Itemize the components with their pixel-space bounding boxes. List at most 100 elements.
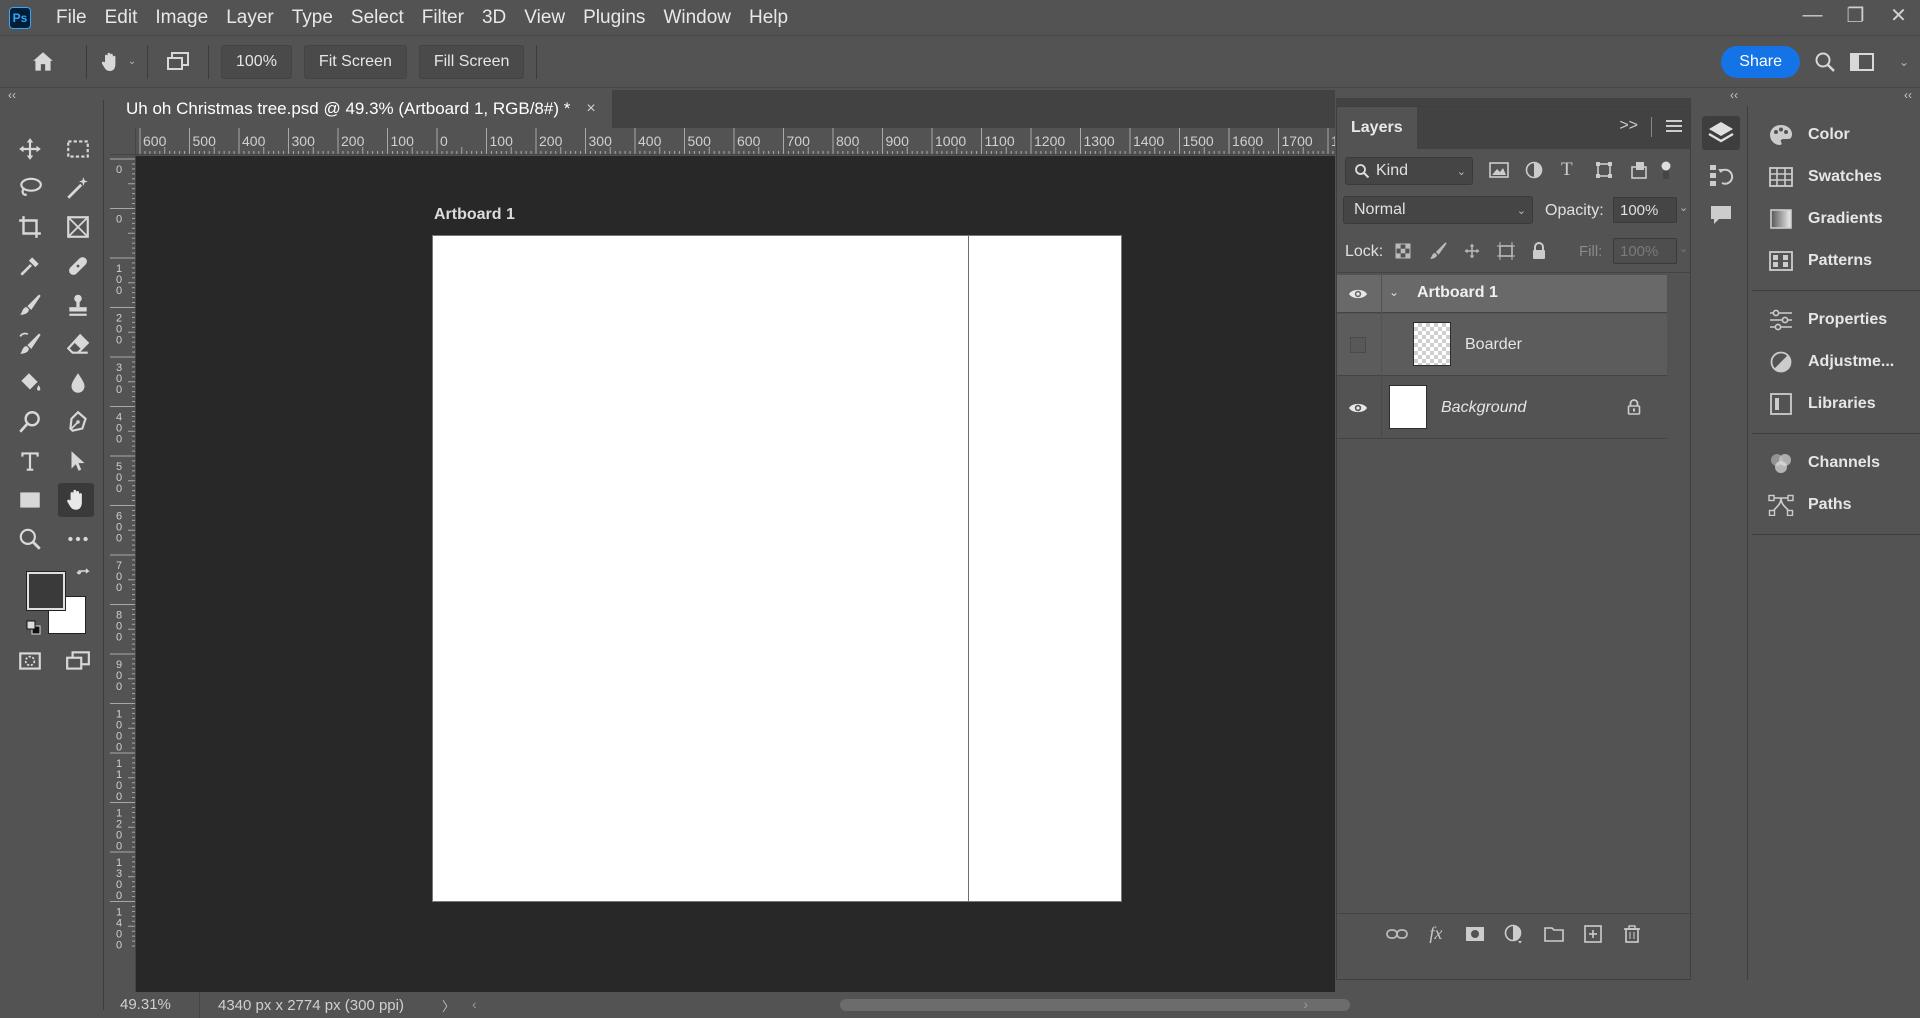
comments-panel-button[interactable] xyxy=(1702,198,1740,232)
expand-panel-icon[interactable]: >> xyxy=(1619,117,1638,135)
minimize-button[interactable]: — xyxy=(1791,0,1834,30)
adjustments-panel-button[interactable]: Adjustme... xyxy=(1752,341,1920,383)
artboard-label[interactable]: Artboard 1 xyxy=(434,206,515,224)
chevron-down-icon[interactable]: ⌄ xyxy=(1679,242,1688,255)
panel-menu-icon[interactable] xyxy=(1666,119,1682,133)
layer-row-boarder[interactable]: Boarder xyxy=(1337,314,1667,376)
eraser-tool[interactable] xyxy=(60,327,96,361)
opacity-field[interactable]: 100% xyxy=(1613,197,1677,223)
close-tab-icon[interactable]: × xyxy=(586,100,595,118)
workspace-button[interactable] xyxy=(1846,49,1880,75)
lock-transparent-icon[interactable] xyxy=(1395,243,1411,259)
dodge-tool[interactable] xyxy=(12,405,48,439)
close-window-button[interactable]: ✕ xyxy=(1877,0,1920,30)
layer-row-background[interactable]: Background xyxy=(1337,377,1667,439)
artboard[interactable] xyxy=(432,235,1122,902)
link-icon[interactable] xyxy=(1385,922,1409,946)
zoom-level[interactable]: 49.31% xyxy=(110,992,200,1018)
scroll-all-windows-button[interactable] xyxy=(148,36,208,88)
type-filter-icon[interactable]: T xyxy=(1561,159,1573,181)
adjustment-filter-icon[interactable] xyxy=(1525,161,1543,179)
color-panel-button[interactable]: Color xyxy=(1752,114,1920,156)
new-layer-icon[interactable] xyxy=(1581,922,1605,946)
layer-name[interactable]: Artboard 1 xyxy=(1417,284,1498,302)
default-colors-button[interactable] xyxy=(26,620,42,636)
share-button[interactable]: Share xyxy=(1721,46,1800,78)
lock-pixels-icon[interactable] xyxy=(1429,242,1447,260)
fx-icon[interactable]: fx xyxy=(1424,922,1448,946)
layer-thumbnail[interactable] xyxy=(1413,322,1451,366)
pixel-filter-icon[interactable] xyxy=(1489,161,1509,179)
lock-all-icon[interactable] xyxy=(1531,242,1547,260)
ruler-origin[interactable] xyxy=(110,128,136,155)
quick-mask-button[interactable] xyxy=(12,644,48,678)
home-button[interactable] xyxy=(0,36,86,88)
vertical-ruler[interactable]: 0010020030040050060070080090010001100120… xyxy=(110,155,136,992)
fit-screen-button[interactable]: Fit Screen xyxy=(303,44,407,79)
history-brush-tool[interactable] xyxy=(12,327,48,361)
collapse-icon[interactable]: ‹‹ xyxy=(1752,88,1920,106)
gradients-panel-button[interactable]: Gradients xyxy=(1752,198,1920,240)
menu-window[interactable]: Window xyxy=(654,0,740,35)
shape-filter-icon[interactable] xyxy=(1595,161,1613,179)
patterns-panel-button[interactable]: Patterns xyxy=(1752,240,1920,282)
menu-file[interactable]: File xyxy=(47,0,96,35)
menu-plugins[interactable]: Plugins xyxy=(574,0,654,35)
marquee-tool[interactable] xyxy=(60,132,96,166)
path-selection-tool[interactable] xyxy=(60,444,96,478)
fill-field[interactable]: 100% xyxy=(1613,238,1677,264)
menu-3d[interactable]: 3D xyxy=(473,0,515,35)
layer-thumbnail[interactable] xyxy=(1389,385,1427,429)
menu-select[interactable]: Select xyxy=(342,0,413,35)
layer-name[interactable]: Background xyxy=(1441,399,1526,417)
swatches-panel-button[interactable]: Swatches xyxy=(1752,156,1920,198)
frame-tool[interactable] xyxy=(60,210,96,244)
trash-icon[interactable] xyxy=(1620,922,1644,946)
blur-tool[interactable] xyxy=(60,366,96,400)
clone-stamp-tool[interactable] xyxy=(60,288,96,322)
menu-help[interactable]: Help xyxy=(740,0,797,35)
search-button[interactable] xyxy=(1812,49,1838,75)
menu-type[interactable]: Type xyxy=(283,0,342,35)
chevron-down-icon[interactable]: ⌄ xyxy=(1389,285,1399,299)
screen-mode-button[interactable] xyxy=(60,644,96,678)
visibility-eye-icon[interactable] xyxy=(1347,397,1369,419)
hand-tool-preset[interactable]: ⌄ xyxy=(87,36,147,88)
fill-screen-button[interactable]: Fill Screen xyxy=(418,44,525,79)
zoom-tool[interactable] xyxy=(12,522,48,556)
visibility-toggle-empty[interactable] xyxy=(1350,337,1366,353)
menu-image[interactable]: Image xyxy=(146,0,217,35)
collapse-icon[interactable]: ‹‹ xyxy=(1694,88,1748,106)
menu-layer[interactable]: Layer xyxy=(217,0,283,35)
scroll-left-icon[interactable]: ‹ xyxy=(472,996,477,1012)
lasso-tool[interactable] xyxy=(12,171,48,205)
menu-edit[interactable]: Edit xyxy=(96,0,147,35)
scroll-right-icon[interactable]: › xyxy=(1303,996,1308,1012)
brush-tool[interactable] xyxy=(12,288,48,322)
tab-layers[interactable]: Layers xyxy=(1337,107,1417,149)
menu-view[interactable]: View xyxy=(515,0,574,35)
lock-artboard-icon[interactable] xyxy=(1497,242,1515,260)
more-tools-button[interactable] xyxy=(60,522,96,556)
magic-wand-tool[interactable] xyxy=(60,171,96,205)
type-tool[interactable] xyxy=(12,444,48,478)
menu-filter[interactable]: Filter xyxy=(413,0,473,35)
filter-toggle[interactable] xyxy=(1661,161,1671,179)
history-panel-button[interactable] xyxy=(1702,158,1740,192)
horizontal-scrollbar[interactable]: ‹ › xyxy=(470,996,1350,1012)
foreground-color-swatch[interactable] xyxy=(26,571,66,611)
status-menu-arrow[interactable]: 〉 xyxy=(442,996,455,1015)
lock-position-icon[interactable] xyxy=(1463,242,1481,260)
adjustment-icon[interactable] xyxy=(1502,922,1526,946)
move-tool[interactable] xyxy=(12,132,48,166)
pen-tool[interactable] xyxy=(60,405,96,439)
eyedropper-tool[interactable] xyxy=(12,249,48,283)
restore-button[interactable]: ❐ xyxy=(1834,0,1877,30)
rectangle-tool[interactable] xyxy=(12,483,48,517)
guide-line[interactable] xyxy=(968,236,969,901)
hand-tool[interactable] xyxy=(58,483,94,517)
visibility-eye-icon[interactable] xyxy=(1347,283,1369,305)
swap-colors-button[interactable] xyxy=(76,568,92,584)
layer-row-artboard[interactable]: ⌄ Artboard 1 xyxy=(1337,275,1667,313)
healing-brush-tool[interactable] xyxy=(60,249,96,283)
